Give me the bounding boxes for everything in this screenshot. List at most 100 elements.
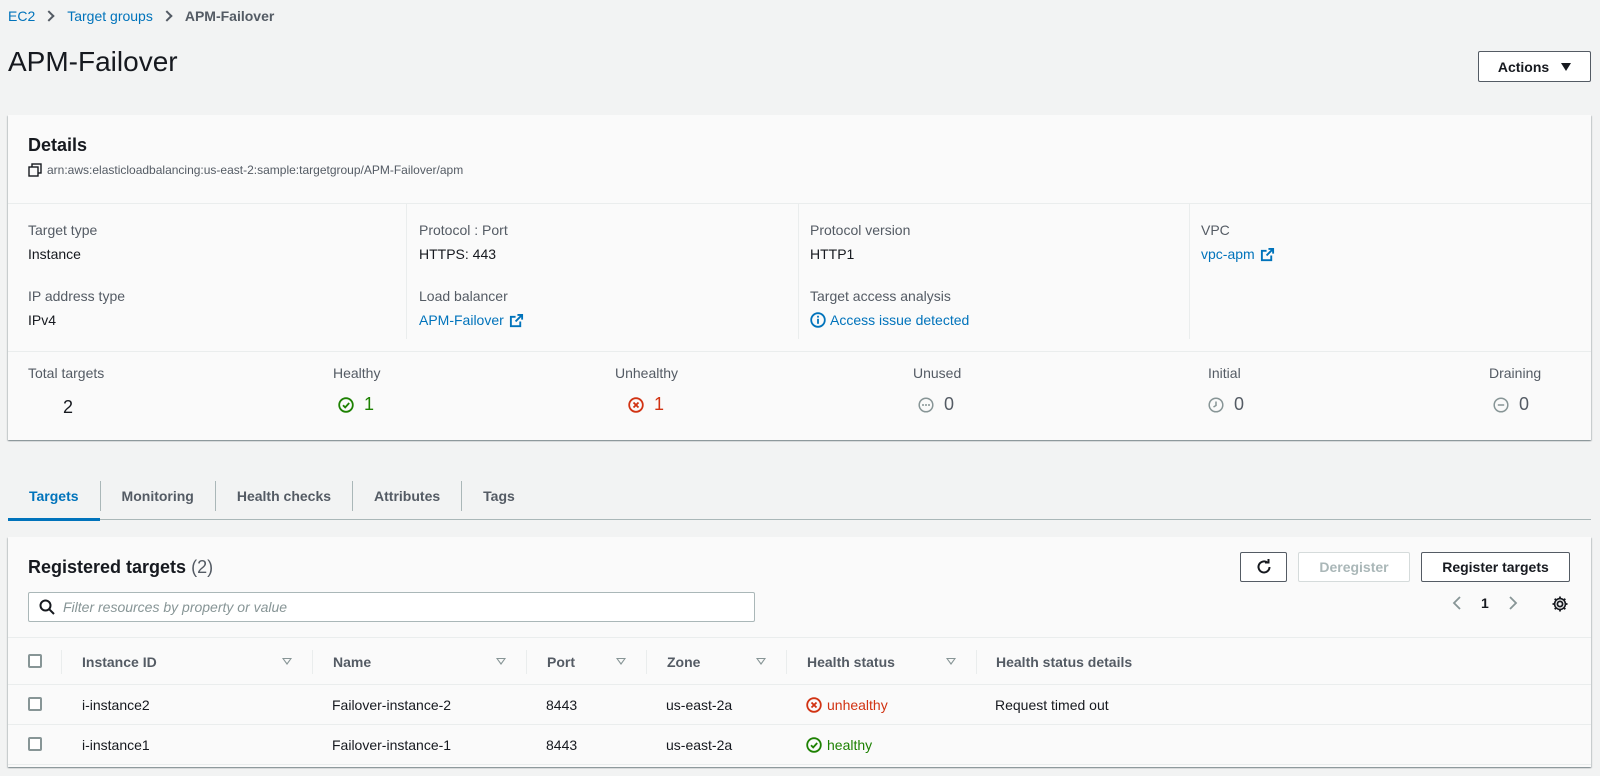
instance-name: Failover-instance-1 bbox=[332, 737, 452, 753]
protocol-port-value: HTTPS: 443 bbox=[419, 246, 497, 262]
registered-targets-count: (2) bbox=[191, 557, 214, 577]
actions-button-label: Actions bbox=[1497, 58, 1550, 75]
external-link-icon bbox=[509, 313, 523, 327]
column-header-health-status-details[interactable]: Health status details bbox=[996, 638, 1132, 686]
access-issue-link[interactable]: Access issue detected bbox=[810, 312, 969, 328]
registered-targets-title: Registered targets (2) bbox=[28, 557, 213, 578]
draining-label: Draining bbox=[1489, 365, 1542, 381]
unhealthy-count: 1 bbox=[628, 394, 664, 415]
minus-circle-icon bbox=[1493, 396, 1509, 413]
breadcrumb-target-groups-link[interactable]: Target groups bbox=[67, 8, 153, 24]
details-title: Details bbox=[28, 135, 88, 155]
divider bbox=[526, 650, 527, 674]
chevron-right-icon[interactable] bbox=[1506, 595, 1520, 611]
divider bbox=[8, 203, 1591, 204]
target-type-value: Instance bbox=[28, 246, 81, 262]
tab-monitoring[interactable]: Monitoring bbox=[101, 472, 215, 520]
divider bbox=[976, 650, 977, 674]
sort-icon[interactable] bbox=[616, 658, 626, 665]
table-row[interactable]: i-instance2 Failover-instance-2 8443 us-… bbox=[8, 685, 1591, 725]
target-type-label: Target type bbox=[28, 222, 98, 238]
health-status: healthy bbox=[806, 725, 872, 765]
external-link-icon bbox=[1260, 247, 1274, 261]
settings-gear-icon[interactable] bbox=[1551, 595, 1569, 616]
column-header-name[interactable]: Name bbox=[333, 638, 371, 686]
sort-icon[interactable] bbox=[496, 658, 506, 665]
arn-text: arn:aws:elasticloadbalancing:us-east-2:s… bbox=[47, 163, 464, 177]
health-status-details: Request timed out bbox=[995, 697, 1109, 713]
instance-id-link[interactable]: i-instance2 bbox=[82, 685, 150, 725]
clock-icon bbox=[1208, 396, 1224, 413]
health-status: unhealthy bbox=[806, 685, 888, 725]
pagination: 1 bbox=[1450, 595, 1520, 611]
divider bbox=[312, 650, 313, 674]
refresh-icon bbox=[1257, 559, 1270, 574]
instance-id-link[interactable]: i-instance1 bbox=[82, 725, 150, 765]
sort-icon[interactable] bbox=[756, 658, 766, 665]
deregister-button[interactable]: Deregister bbox=[1298, 552, 1410, 582]
actions-button[interactable]: Actions bbox=[1478, 51, 1591, 82]
breadcrumb: EC2 Target groups APM-Failover bbox=[8, 8, 274, 24]
ip-type-label: IP address type bbox=[28, 288, 126, 304]
initial-value: 0 bbox=[1234, 394, 1245, 414]
filter-search-box[interactable] bbox=[28, 592, 755, 622]
vpc-link[interactable]: vpc-apm bbox=[1201, 246, 1275, 262]
table-header: Instance ID Name Port Zone Health status… bbox=[8, 637, 1591, 685]
check-circle-icon bbox=[806, 737, 822, 753]
unhealthy-status: unhealthy bbox=[806, 697, 888, 713]
caret-down-icon bbox=[1561, 62, 1572, 71]
registered-targets-panel: Registered targets (2) Deregister Regist… bbox=[8, 537, 1591, 767]
health-status-text: unhealthy bbox=[827, 697, 888, 713]
row-checkbox[interactable] bbox=[28, 737, 42, 751]
row-checkbox[interactable] bbox=[28, 697, 42, 711]
column-header-zone[interactable]: Zone bbox=[667, 638, 700, 686]
x-circle-icon bbox=[806, 697, 822, 713]
tab-bar: Targets Monitoring Health checks Attribu… bbox=[8, 472, 1591, 521]
divider bbox=[1189, 203, 1190, 339]
chevron-right-icon bbox=[161, 10, 173, 22]
copy-icon[interactable] bbox=[28, 163, 42, 177]
tab-tags[interactable]: Tags bbox=[462, 472, 536, 520]
instance-port: 8443 bbox=[546, 737, 578, 753]
select-all-checkbox[interactable] bbox=[28, 654, 42, 668]
chevron-left-icon[interactable] bbox=[1450, 595, 1464, 611]
sort-icon[interactable] bbox=[946, 658, 956, 665]
ip-type-value: IPv4 bbox=[28, 312, 57, 328]
divider bbox=[8, 351, 1591, 352]
tab-attributes[interactable]: Attributes bbox=[353, 472, 461, 520]
tab-health-checks[interactable]: Health checks bbox=[216, 472, 352, 520]
protocol-version-label: Protocol version bbox=[810, 222, 911, 238]
health-status-text: healthy bbox=[827, 737, 873, 753]
initial-count: 0 bbox=[1208, 394, 1244, 415]
details-panel: Details arn:aws:elasticloadbalancing:us-… bbox=[8, 115, 1591, 440]
check-circle-icon bbox=[338, 396, 354, 413]
unused-label: Unused bbox=[913, 365, 962, 381]
instance-name: Failover-instance-2 bbox=[332, 697, 452, 713]
column-header-instance-id[interactable]: Instance ID bbox=[82, 638, 157, 686]
tab-targets[interactable]: Targets bbox=[8, 472, 100, 521]
breadcrumb-ec2-link[interactable]: EC2 bbox=[8, 8, 35, 24]
load-balancer-link[interactable]: APM-Failover bbox=[419, 312, 524, 328]
healthy-count: 1 bbox=[338, 394, 374, 415]
divider bbox=[786, 650, 787, 674]
vpc-label: VPC bbox=[1201, 222, 1230, 238]
table-row[interactable]: i-instance1 Failover-instance-1 8443 us-… bbox=[8, 725, 1591, 765]
registered-targets-title-text: Registered targets bbox=[28, 557, 187, 577]
divider bbox=[61, 650, 62, 674]
register-targets-button[interactable]: Register targets bbox=[1421, 552, 1570, 582]
column-header-port[interactable]: Port bbox=[547, 638, 575, 686]
unhealthy-label: Unhealthy bbox=[615, 365, 679, 381]
refresh-button[interactable] bbox=[1240, 552, 1287, 582]
draining-count: 0 bbox=[1493, 394, 1529, 415]
page-number[interactable]: 1 bbox=[1481, 595, 1489, 611]
column-header-health-status[interactable]: Health status bbox=[807, 638, 895, 686]
access-issue-text: Access issue detected bbox=[830, 312, 970, 328]
filter-input[interactable] bbox=[63, 599, 713, 615]
instance-zone: us-east-2a bbox=[666, 737, 733, 753]
search-icon bbox=[39, 599, 55, 615]
load-balancer-text: APM-Failover bbox=[419, 312, 504, 328]
breadcrumb-current: APM-Failover bbox=[184, 8, 275, 24]
sort-icon[interactable] bbox=[282, 658, 292, 665]
healthy-value: 1 bbox=[364, 394, 375, 414]
vpc-text: vpc-apm bbox=[1201, 246, 1255, 262]
